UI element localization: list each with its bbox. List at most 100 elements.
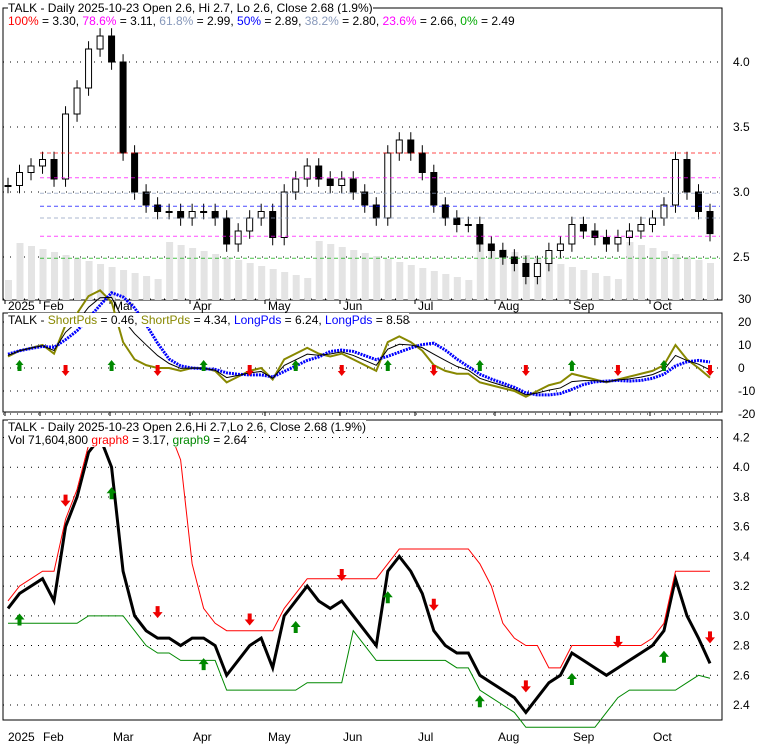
candle-body xyxy=(579,224,587,232)
graph8-line xyxy=(7,429,710,669)
candle-body xyxy=(487,243,495,251)
close-tick: 3.6 xyxy=(733,520,750,534)
volume-bar xyxy=(672,254,680,300)
candle-body xyxy=(694,191,702,212)
fib-label: 38.2% xyxy=(304,14,339,28)
close-tick: 4.0 xyxy=(733,460,750,474)
buy-arrow-icon xyxy=(566,672,577,685)
volume-bar xyxy=(212,254,220,300)
price-tick: 2.5 xyxy=(733,250,750,264)
fib-value: 2.89 xyxy=(274,14,299,28)
volume-bar xyxy=(396,262,404,300)
candle-body xyxy=(476,224,484,245)
volume-bar xyxy=(419,268,427,300)
volume-bar xyxy=(177,245,185,300)
close-line xyxy=(6,434,712,715)
sell-arrow-icon xyxy=(244,613,255,626)
volume-bar xyxy=(62,255,70,300)
close-tick: 2.4 xyxy=(733,698,750,712)
volume-bar xyxy=(166,242,174,300)
close-tick: 4.2 xyxy=(733,431,750,445)
volume-bar xyxy=(350,250,358,300)
candle-body xyxy=(441,204,449,219)
volume-bar xyxy=(51,252,59,300)
month-label: 2025 xyxy=(8,299,35,313)
candle-body xyxy=(119,61,127,154)
volume-bar xyxy=(361,253,369,300)
candle-body xyxy=(568,224,576,245)
osc-value: 4.34 xyxy=(203,313,228,327)
osc-value: 0.46 xyxy=(110,313,135,327)
buy-arrow-icon xyxy=(567,360,576,371)
close-tick: 2.6 xyxy=(733,668,750,682)
candle-body xyxy=(361,191,369,206)
volume-bar xyxy=(5,280,12,300)
volume-bar xyxy=(453,277,461,300)
stock-chart: 2025 2025 Feb Feb Mar Mar Apr Apr May May Jun Jun Ju… xyxy=(0,0,780,745)
fib-label: 100% xyxy=(8,14,39,28)
buy-arrow-icon xyxy=(658,650,669,663)
fib-value: 2.80 xyxy=(352,14,376,28)
osc-tick: -20 xyxy=(738,407,756,421)
osc-label: LongPds xyxy=(325,313,373,327)
candle-body xyxy=(234,230,242,245)
price-tick: 3.0 xyxy=(733,185,750,199)
volume-bar xyxy=(39,249,47,300)
fib-label: 61.8% xyxy=(159,14,194,28)
panel3-legend: Vol 71,604,800 graph8 = 3.17, graph9 = 2… xyxy=(8,433,247,447)
candle-body xyxy=(648,217,656,225)
chart-canvas: 20252025FebFebMarMarAprAprMayMayJunJunJu… xyxy=(2,7,756,744)
volume-bar xyxy=(649,248,657,300)
osc-value: 6.24 xyxy=(295,313,319,327)
panel3-title: TALK - Daily 2025-10-23 Open 2.6,Hi 2.7,… xyxy=(8,420,366,434)
candle-body xyxy=(556,243,564,251)
sell-arrow-icon xyxy=(705,631,715,644)
graph9-value: 2.64 xyxy=(223,433,247,447)
candle-body xyxy=(211,211,219,219)
volume-bar xyxy=(683,257,691,300)
volume-bar xyxy=(591,273,599,300)
candle-body xyxy=(384,152,392,219)
volume-bar xyxy=(235,260,243,300)
volume-bar xyxy=(223,257,231,300)
volume-bar xyxy=(373,256,381,300)
volume-bar xyxy=(557,264,565,300)
sell-arrow-icon xyxy=(520,680,531,693)
sell-arrow-icon xyxy=(152,606,163,619)
candle-body xyxy=(177,211,185,219)
osc-tick: 20 xyxy=(738,315,752,329)
sell-arrow-icon xyxy=(61,365,70,376)
fib-value: 2.49 xyxy=(491,14,515,28)
buy-arrow-icon xyxy=(474,695,485,708)
close-tick: 3.0 xyxy=(733,609,750,623)
graph8-value: 3.17 xyxy=(142,433,166,447)
sell-arrow-icon xyxy=(521,365,530,376)
candle-body xyxy=(62,113,70,180)
month-label: Sep xyxy=(573,299,595,313)
month-label: Jul xyxy=(418,299,433,313)
graph9-line xyxy=(8,615,711,728)
candle-body xyxy=(499,250,507,258)
candle-body xyxy=(453,217,461,225)
volume-bar xyxy=(580,270,588,300)
candle-body xyxy=(16,172,24,186)
month-label: May xyxy=(268,730,291,744)
volume: Vol 71,604,800 xyxy=(8,433,89,447)
candle-body xyxy=(395,139,403,154)
volume-bar xyxy=(407,265,415,300)
buy-arrow-icon xyxy=(15,360,24,371)
candle-body xyxy=(315,165,323,180)
buy-arrow-icon xyxy=(290,620,301,633)
fib-label: 23.6% xyxy=(382,14,417,28)
month-label: Apr xyxy=(193,730,212,744)
month-label: Apr xyxy=(193,299,212,313)
fib-label: 50% xyxy=(237,14,262,28)
candle-body xyxy=(407,139,415,154)
candle-body xyxy=(671,159,679,206)
month-label: Oct xyxy=(653,299,672,313)
fib-legend: 100% = 3.30, 78.6% = 3.11, 61.8% = 2.99,… xyxy=(8,14,515,28)
osc-label: ShortPds xyxy=(47,313,98,327)
volume-bar xyxy=(626,242,634,300)
candle-body xyxy=(372,204,380,219)
candle-body xyxy=(85,48,93,89)
